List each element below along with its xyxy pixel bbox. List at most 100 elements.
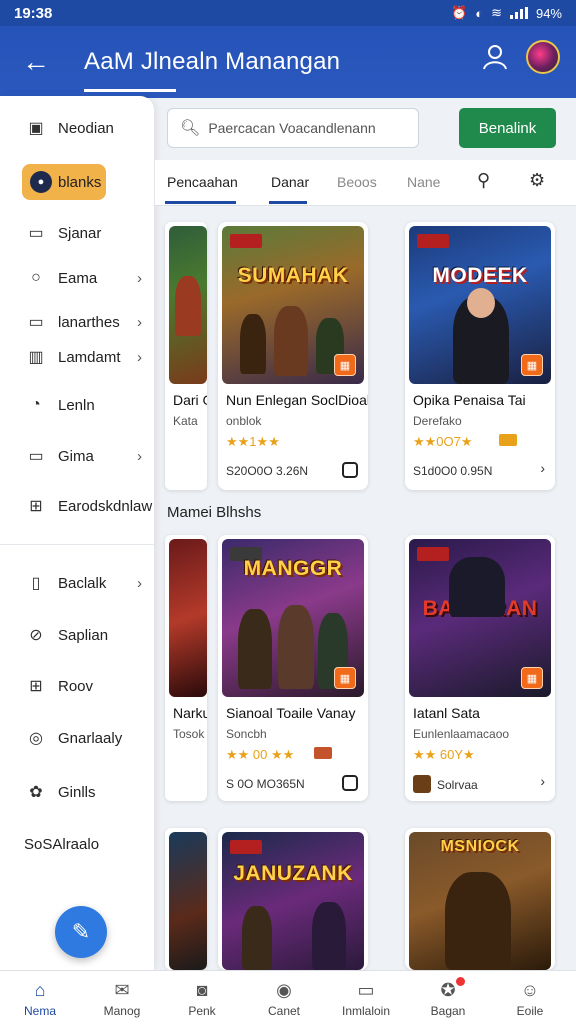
grid-icon: ⊞ [29, 678, 43, 695]
game-card[interactable]: MANGGR ▦ Sianoal Toaile Vanay Soncbh ★★ … [218, 535, 368, 801]
link-icon: ⊘ [29, 627, 43, 644]
game-logo: JANUZANK [233, 862, 353, 885]
game-tag [417, 547, 449, 561]
sidebar-item-lanarthes[interactable]: ▭ lanarthes › [0, 302, 154, 342]
sidebar-item-neodian[interactable]: ▣ Neodian [0, 108, 154, 148]
game-title: Opika Penaisa Tai [413, 392, 526, 408]
apps-icon: ⊞ [29, 498, 43, 515]
tab-nane[interactable]: Nane [407, 174, 440, 190]
sidebar-divider [0, 544, 154, 545]
alarm-icon: ⏰ [451, 5, 468, 20]
game-badge-icon: ▦ [334, 667, 356, 689]
game-publisher: Solrvaa [437, 778, 478, 792]
sidebar-item-label: Lenln [58, 396, 95, 414]
rating-stars: ★★0O7★ [413, 434, 473, 449]
sidebar-item-blanks[interactable]: ● blanks [22, 164, 106, 200]
game-title: Dari G [173, 392, 207, 408]
game-title: Narku [173, 705, 207, 721]
sidebar-item-label: Saplian [58, 626, 109, 644]
search-input[interactable] [208, 120, 409, 136]
sidebar-item-saplian[interactable]: ⊘ Saplian [0, 615, 154, 655]
sidebar-item-label: Sjanar [58, 224, 102, 242]
nav-home[interactable]: ⌂ Nema [4, 971, 76, 1024]
filter-icon[interactable]: ⚲ [477, 170, 490, 191]
sidebar-item-lamdamt[interactable]: ▥ Lamdamt › [0, 337, 154, 377]
bookmark-icon[interactable] [342, 775, 358, 791]
sidebar-item-lenln[interactable]: ◔ Lenln [0, 385, 154, 425]
game-subtitle: Tosok [173, 727, 205, 741]
sidebar-item-label: Earodskdnlaw [58, 497, 153, 515]
game-card[interactable]: SUMAHAK ▦ Nun Enlegan SoclDioal onblok ★… [218, 222, 368, 490]
settings-icon[interactable]: ⚙ [529, 170, 545, 191]
game-tag [230, 840, 262, 854]
sidebar-item-earodskdnlaw[interactable]: ⊞ Earodskdnlaw [0, 486, 154, 526]
chevron-right-icon[interactable]: › [540, 773, 545, 789]
user-icon[interactable] [480, 42, 510, 72]
nav-inmlaloin[interactable]: ▭ Inmlaloin [330, 971, 402, 1024]
bag-icon: ◙ [196, 979, 208, 1000]
sidebar-item-gima[interactable]: ▭ Gima › [0, 436, 154, 476]
sidebar-item-label: Gnarlaaly [58, 729, 123, 747]
tab-beoos[interactable]: Beoos [337, 174, 377, 190]
nav-penk[interactable]: ◙ Penk [166, 971, 238, 1024]
sidebar-item-ginlls[interactable]: ✿ Ginlls [0, 772, 154, 812]
chat-icon: ✎ [71, 919, 91, 944]
nav-manog[interactable]: ✉ Manog [86, 971, 158, 1024]
back-arrow-icon[interactable]: ← [16, 42, 56, 82]
tab-pencaahan[interactable]: Pencaahan [165, 174, 238, 204]
sidebar-item-label: blanks [58, 173, 102, 191]
chevron-right-icon: › [137, 574, 142, 592]
nav-label: Nema [23, 1004, 56, 1018]
chevron-right-icon[interactable]: › [540, 460, 545, 476]
sidebar-item-sosalraalo[interactable]: SoSAlraalo [0, 824, 154, 864]
mail-icon: ✉ [114, 979, 130, 1000]
grid-icon: ▣ [28, 120, 44, 137]
game-card[interactable]: Narku Tosok [165, 535, 207, 801]
game-card[interactable] [165, 828, 207, 970]
sidebar-item-roov[interactable]: ⊞ Roov [0, 666, 154, 706]
sidebar-item-label: Gima [58, 447, 94, 465]
bookmark-icon[interactable] [342, 462, 358, 478]
nav-eoile[interactable]: ☺ Eoile [494, 971, 566, 1024]
rating-stars: ★★1★★ [226, 434, 280, 449]
game-card[interactable]: BASUIRAN ▦ Iatanl Sata Eunlenlaamacaoo ★… [405, 535, 555, 801]
sidebar-item-eama[interactable]: ○ Eama › [0, 258, 154, 298]
sidebar: ▣ Neodian ● blanks ▭ Sjanar ○ Eama › ▭ l… [0, 96, 154, 970]
compass-icon: ◉ [276, 979, 292, 1000]
sidebar-item-label: Ginlls [58, 783, 96, 801]
floating-action-button[interactable]: ✎ [55, 906, 107, 958]
search-bar[interactable]: 🔍︎ [167, 108, 419, 148]
game-badge-icon: ▦ [521, 354, 543, 376]
app-title: AaM Jlnealn Manangan [84, 48, 341, 92]
sidebar-item-gnarlaaly[interactable]: ◎ Gnarlaaly [0, 718, 154, 758]
tab-danar[interactable]: Danar [268, 174, 309, 204]
game-card[interactable]: MODEEK ▦ Opika Penaisa Tai Derefako ★★0O… [405, 222, 555, 490]
dnd-icon: ◐ [475, 5, 484, 21]
game-logo: SUMAHAK [237, 264, 349, 287]
sidebar-item-label: Neodian [58, 119, 114, 137]
tab-bar: Pencaahan Danar Beoos Nane ⚲ ⚙ [155, 160, 576, 206]
game-card[interactable]: MSNIOCK [405, 828, 555, 970]
nav-canet[interactable]: ◉ Canet [248, 971, 320, 1024]
game-thumbnail [413, 775, 431, 793]
game-title: Sianoal Toaile Vanay [226, 705, 356, 721]
game-artwork: SUMAHAK ▦ [222, 226, 364, 384]
chevron-right-icon: › [137, 348, 142, 366]
game-subtitle: Soncbh [226, 727, 267, 741]
profile-icon: ☺ [520, 979, 540, 1000]
discount-tag [499, 434, 517, 446]
notification-badge [456, 977, 465, 986]
sidebar-item-sjanar[interactable]: ▭ Sjanar [0, 213, 154, 253]
sidebar-item-baclalk[interactable]: ▯ Baclalk › [0, 563, 154, 603]
game-card[interactable]: JANUZANK [218, 828, 368, 970]
game-tag [230, 234, 262, 248]
rect-icon: ▭ [28, 314, 44, 331]
game-card[interactable]: Dari G Kata [165, 222, 207, 490]
sidebar-item-label: Lamdamt [58, 348, 121, 366]
rating-stars: ★★ 60Y★ [413, 747, 475, 762]
game-logo: MODEEK [432, 264, 528, 287]
book-icon: ▥ [28, 349, 44, 366]
primary-action-button[interactable]: Benalink [459, 108, 556, 148]
nav-bagan[interactable]: ✪ Bagan [412, 971, 484, 1024]
avatar[interactable] [526, 40, 560, 74]
